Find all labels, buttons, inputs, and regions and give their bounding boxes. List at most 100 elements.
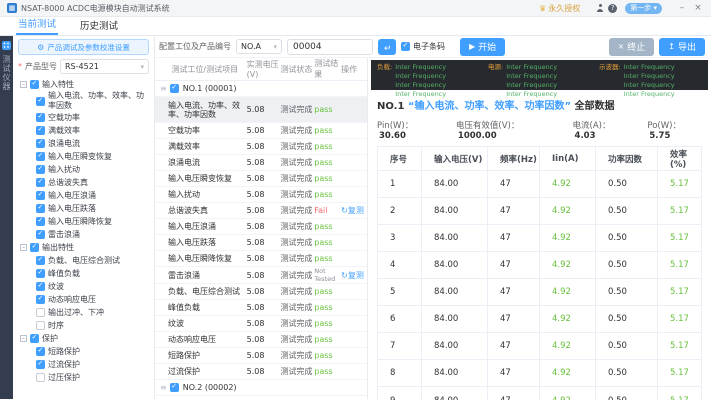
test-row[interactable]: 纹波 5.08 测试完成 pass	[155, 316, 367, 332]
tree-item-checkbox[interactable]	[36, 229, 45, 239]
tree-group-checkbox[interactable]	[30, 242, 39, 252]
test-row[interactable]: 负载、电压综合测试 5.08 测试完成 pass	[155, 284, 367, 300]
stop-button[interactable]: × 终止	[608, 37, 655, 56]
tree-group[interactable]: – 输出特性	[18, 241, 149, 254]
drag-handle-icon[interactable]: ≡	[160, 383, 167, 392]
test-group-row[interactable]: ≡ NO.1 (00001)	[155, 81, 367, 97]
data-table-row[interactable]: 7 84.00 47 4.92 0.50 5.17	[378, 333, 701, 360]
tree-item[interactable]: 输入电压跌落	[18, 202, 149, 215]
data-table-row[interactable]: 3 84.00 47 4.92 0.50 5.17	[378, 225, 701, 252]
data-table-row[interactable]: 5 84.00 47 4.92 0.50 5.17	[378, 279, 701, 306]
test-group-row[interactable]: ≡ NO.2 (00002)	[155, 380, 367, 396]
station-select[interactable]: NO.A ▾	[236, 39, 282, 54]
tree-item-checkbox[interactable]	[36, 346, 45, 356]
test-row[interactable]: 雷击浪涌 5.08 测试完成 Not Tested ↻复测	[155, 267, 367, 284]
test-row[interactable]: 输入电压浪涌 5.08 测试完成 pass	[155, 219, 367, 235]
test-row[interactable]: 峰值负载 5.08 测试完成 pass	[155, 300, 367, 316]
tree-item-checkbox[interactable]	[36, 151, 45, 161]
tree-item[interactable]: 输入电流、功率、效率、功率因数	[18, 91, 149, 111]
collapse-icon[interactable]: –	[20, 335, 27, 342]
data-table-row[interactable]: 8 84.00 47 4.92 0.50 5.17	[378, 360, 701, 387]
test-row[interactable]: 输入电压瞬变恢复 5.08 测试完成 pass	[155, 171, 367, 187]
product-model-select[interactable]: RS-4521 ▾	[60, 59, 149, 74]
data-table-row[interactable]: 4 84.00 47 4.92 0.50 5.17	[378, 252, 701, 279]
nav-strip-label[interactable]: 测试仪器	[1, 55, 12, 91]
tree-item-checkbox[interactable]	[36, 281, 45, 291]
test-row[interactable]: 输入电流、功率、效率、功率因数 5.08 测试完成 pass	[155, 97, 367, 123]
data-table-row[interactable]: 6 84.00 47 4.92 0.50 5.17	[378, 306, 701, 333]
serial-number-input[interactable]	[287, 38, 373, 55]
tab-history-test[interactable]: 历史测试	[78, 18, 120, 35]
test-row[interactable]: 短路保护 5.08 测试完成 pass	[155, 348, 367, 364]
close-button[interactable]: ×	[692, 2, 704, 14]
tree-item-checkbox[interactable]	[36, 255, 45, 265]
tree-item[interactable]: 负载、电压综合测试	[18, 254, 149, 267]
test-row[interactable]: 满载效率 5.08 测试完成 pass	[155, 139, 367, 155]
help-icon[interactable]: ?	[608, 3, 618, 13]
tree-item[interactable]: 峰值负载	[18, 267, 149, 280]
barcode-checkbox-wrap[interactable]: 电子条码	[401, 41, 445, 52]
test-row[interactable]: 输入电压跌落 5.08 测试完成 pass	[155, 235, 367, 251]
tree-group-checkbox[interactable]	[30, 79, 39, 89]
data-table-row[interactable]: 984.00474.920.505.17	[378, 387, 701, 400]
test-row[interactable]: 动态响应电压 5.08 测试完成 pass	[155, 332, 367, 348]
calibration-settings-button[interactable]: ⚙ 产品调试及参数校准设置	[18, 39, 149, 55]
guide-dropdown[interactable]: 第一步 ▾	[625, 2, 662, 14]
tree-item-checkbox[interactable]	[36, 373, 45, 382]
retry-link[interactable]: ↻复测	[341, 206, 364, 215]
tree-item-checkbox[interactable]	[36, 294, 45, 304]
tree-item[interactable]: 雷击浪涌	[18, 228, 149, 241]
serial-submit-button[interactable]: ↵	[378, 38, 396, 55]
minimize-button[interactable]: –	[676, 2, 688, 14]
user-icon[interactable]	[596, 4, 604, 12]
export-button[interactable]: ↥ 导出	[659, 37, 705, 56]
tree-item-checkbox[interactable]	[36, 125, 45, 135]
tree-item-checkbox[interactable]	[36, 359, 45, 369]
tree-item[interactable]: 时序	[18, 319, 149, 332]
tree-item[interactable]: 纹波	[18, 280, 149, 293]
tree-item-checkbox[interactable]	[36, 203, 45, 213]
tree-item-checkbox[interactable]	[36, 268, 45, 278]
tab-current-test[interactable]: 当前测试	[16, 16, 59, 35]
barcode-checkbox[interactable]	[401, 41, 410, 51]
tree-group-checkbox[interactable]	[30, 333, 39, 343]
tree-item[interactable]: 满载效率	[18, 124, 149, 137]
tree-item[interactable]: 空载功率	[18, 111, 149, 124]
tree-item-checkbox[interactable]	[36, 216, 45, 226]
collapse-icon[interactable]: –	[20, 81, 27, 88]
tree-item[interactable]: 输入扰动	[18, 163, 149, 176]
test-row[interactable]: 空载功率 5.08 测试完成 pass	[155, 123, 367, 139]
drag-handle-icon[interactable]: ≡	[160, 84, 167, 93]
tree-item-checkbox[interactable]	[36, 112, 45, 122]
tree-item[interactable]: 输入电压浪涌	[18, 189, 149, 202]
test-row[interactable]: 输入电压瞬降恢复 5.08 测试完成 pass	[155, 251, 367, 267]
tree-group[interactable]: – 输入特性	[18, 78, 149, 91]
tree-item-checkbox[interactable]	[36, 321, 45, 330]
tree-item-checkbox[interactable]	[36, 164, 45, 174]
test-row[interactable]: 过流保护 5.08 测试完成 pass	[155, 364, 367, 380]
test-row[interactable]: 浪涌电流 5.08 测试完成 pass	[155, 155, 367, 171]
instruments-grid-icon[interactable]	[2, 41, 11, 50]
tree-item-checkbox[interactable]	[36, 138, 45, 148]
retry-link[interactable]: ↻复测	[341, 271, 364, 280]
tree-item-checkbox[interactable]	[36, 177, 45, 187]
tree-item-checkbox[interactable]	[36, 308, 45, 317]
start-button[interactable]: ▶ 开始	[460, 37, 506, 56]
tree-item[interactable]: 输出过冲、下冲	[18, 306, 149, 319]
data-table-row[interactable]: 1 84.00 47 4.92 0.50 5.17	[378, 171, 701, 198]
tree-item[interactable]: 短路保护	[18, 345, 149, 358]
tree-item[interactable]: 总谐波失真	[18, 176, 149, 189]
tree-item[interactable]: 输入电压瞬变恢复	[18, 150, 149, 163]
tree-item[interactable]: 输入电压瞬降恢复	[18, 215, 149, 228]
tree-group[interactable]: – 保护	[18, 332, 149, 345]
tree-item-checkbox[interactable]	[36, 96, 45, 106]
data-table-row[interactable]: 2 84.00 47 4.92 0.50 5.17	[378, 198, 701, 225]
tree-item[interactable]: 动态响应电压	[18, 293, 149, 306]
tree-item-checkbox[interactable]	[36, 190, 45, 200]
tree-item[interactable]: 浪涌电流	[18, 137, 149, 150]
test-group-checkbox[interactable]	[169, 83, 179, 93]
license-badge[interactable]: ♛ 永久授权	[539, 3, 580, 14]
test-group-checkbox[interactable]	[169, 382, 179, 392]
test-row[interactable]: 输入扰动 5.08 测试完成 pass	[155, 187, 367, 203]
tree-item[interactable]: 过流保护	[18, 358, 149, 371]
